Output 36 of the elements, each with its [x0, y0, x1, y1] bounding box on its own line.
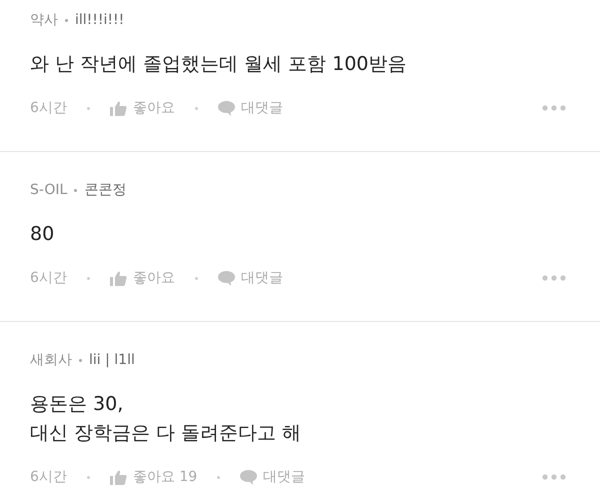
nickname: ill!!!i!!!: [75, 12, 124, 28]
timestamp: 6시간: [30, 269, 67, 287]
separator-dot: [194, 276, 198, 280]
speech-bubble-icon: [218, 100, 235, 116]
thumbs-up-icon: [110, 270, 127, 286]
comment-text: 용돈은 30, 대신 장학금은 다 돌려준다고 해: [30, 392, 302, 446]
separator-dot: [86, 276, 90, 280]
timestamp: 6시간: [30, 99, 67, 117]
separator-dot: [86, 106, 90, 110]
comment-text: 와 난 작년에 졸업했는데 월세 포함 100받음: [30, 52, 408, 77]
more-icon[interactable]: [542, 275, 566, 281]
company-name: 약사: [30, 11, 58, 29]
separator-dot: [217, 476, 220, 478]
more-icon[interactable]: [542, 105, 566, 111]
nickname: 콘콘정: [84, 181, 126, 199]
more-icon[interactable]: [542, 474, 566, 480]
like-button[interactable]: 좋아요: [132, 269, 175, 287]
reply-button[interactable]: 대댓글: [240, 99, 283, 117]
separator-dot: [65, 18, 68, 22]
speech-bubble-icon: [218, 270, 235, 286]
nickname: lii | l1ll: [89, 352, 135, 368]
thumbs-up-icon: [110, 470, 127, 484]
like-button[interactable]: 좋아요: [132, 99, 175, 117]
separator-dot: [86, 476, 90, 478]
thumbs-up-icon: [110, 100, 127, 116]
speech-bubble-icon: [240, 470, 258, 484]
timestamp: 6시간: [30, 468, 67, 486]
like-button[interactable]: 좋아요 19: [132, 468, 198, 486]
reply-button[interactable]: 대댓글: [263, 468, 306, 486]
company-name: S-OIL: [30, 182, 68, 198]
separator-dot: [74, 188, 78, 192]
company-name: 새회사: [30, 351, 72, 369]
comment-text: 80: [30, 222, 56, 247]
reply-button[interactable]: 대댓글: [240, 269, 283, 287]
separator-dot: [194, 106, 198, 110]
separator-dot: [79, 358, 82, 362]
